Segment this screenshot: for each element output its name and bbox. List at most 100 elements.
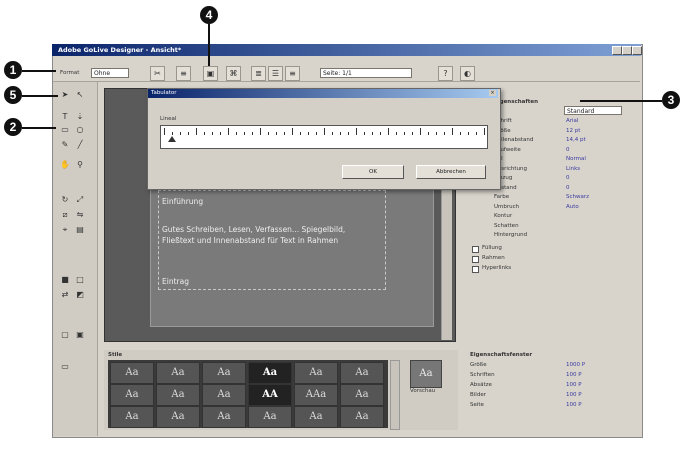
callout-1: 1 [4,61,22,79]
help-icon[interactable]: ? [438,66,453,81]
style-swatch[interactable]: Aa [202,406,246,428]
property-label: Hintergrund [494,232,528,238]
style-swatch[interactable]: AAa [294,384,338,406]
minimize-button[interactable] [612,46,622,55]
property-value[interactable]: Arial [566,118,578,124]
ruler-tick [444,132,445,135]
swap-colors-icon[interactable]: ⇄ [60,290,70,300]
ruler-tick [324,128,325,135]
ruler-tick [356,128,357,135]
ruler-tick [340,132,341,135]
info-value: 100 P [566,402,582,408]
direct-select-tool-icon[interactable]: ↖ [75,90,85,100]
ruler-tick [428,132,429,135]
eyedropper-tool-icon[interactable]: ⌖ [60,225,70,235]
property-value[interactable]: 14,4 pt [566,137,586,143]
style-swatch[interactable]: Aa [248,362,292,384]
align-left-icon[interactable]: ≣ [251,66,266,81]
property-value[interactable]: 0 [566,175,570,181]
ruler-tick [316,132,317,135]
ruler-tick [252,132,253,135]
style-swatch[interactable]: Aa [294,362,338,384]
style-swatch[interactable]: AA [248,384,292,406]
link-icon[interactable]: ⌘ [226,66,241,81]
property-value[interactable]: Links [566,166,580,172]
stroke-swatch-icon[interactable]: □ [75,275,85,285]
style-swatch[interactable]: Aa [156,362,200,384]
style-swatch[interactable]: Aa [340,384,384,406]
style-swatch[interactable]: Aa [294,406,338,428]
ruler-tick [204,132,205,135]
dialog-close-icon[interactable]: × [489,90,496,96]
property-value[interactable]: 0 [566,147,570,153]
cancel-button[interactable]: Abbrechen [416,165,486,179]
zoom-tool-icon[interactable]: ⚲ [75,160,85,170]
info-label: Größe [470,362,487,368]
styles-scrollbar[interactable] [390,360,400,430]
pen-tool-icon[interactable]: ✎ [60,140,70,150]
selection-tool-icon[interactable]: ➤ [60,90,70,100]
ruler-tick [188,132,189,135]
shear-tool-icon[interactable]: ⧄ [60,210,70,220]
fill-swatch-icon[interactable]: ■ [60,275,70,285]
style-swatch[interactable]: Aa [110,406,154,428]
style-swatch[interactable]: Aa [156,406,200,428]
property-checkbox[interactable] [472,266,479,273]
style-select[interactable]: Ohne [91,68,129,78]
maximize-button[interactable] [622,46,632,55]
property-value[interactable]: 12 pt [566,128,580,134]
line-tool-icon[interactable]: ╱ [75,140,85,150]
style-label: Format [60,70,80,76]
tab-stop-marker-icon[interactable] [168,136,176,142]
preview-mode-icon[interactable]: ▣ [75,330,85,340]
image-frame-icon[interactable]: ▣ [203,66,218,81]
style-swatch[interactable]: Aa [340,406,384,428]
gradient-tool-icon[interactable]: ▤ [75,225,85,235]
property-value[interactable]: Normal [566,156,586,162]
dialog-title: Tabulator [148,89,498,98]
normal-view-icon[interactable]: ▢ [60,330,70,340]
style-swatch[interactable]: Aa [110,384,154,406]
property-checkbox-label: Rahmen [482,255,505,261]
align-right-icon[interactable]: ≡ [285,66,300,81]
info-value: 100 P [566,372,582,378]
close-button[interactable] [632,46,642,55]
preview-icon[interactable]: ◐ [460,66,475,81]
text-frame-icon[interactable]: ≡ [176,66,191,81]
callout-3: 3 [662,91,680,109]
property-checkbox[interactable] [472,256,479,263]
info-label: Bilder [470,392,486,398]
style-swatch[interactable]: Aa [340,362,384,384]
align-center-icon[interactable]: ☰ [268,66,283,81]
rectangle-tool-icon[interactable]: ▭ [60,125,70,135]
scale-tool-icon[interactable]: ⤢ [75,195,85,205]
style-swatch[interactable]: Aa [202,362,246,384]
property-label: Farbe [494,194,510,200]
ruler-tick [436,132,437,135]
property-label: Schatten [494,222,519,229]
hand-tool-icon[interactable]: ✋ [60,160,70,170]
ok-button[interactable]: OK [342,165,404,179]
page-field[interactable]: Seite: 1/1 [320,68,412,78]
screen-mode-icon[interactable]: ▭ [60,362,70,372]
style-swatch[interactable]: Aa [156,384,200,406]
ellipse-tool-icon[interactable]: ○ [75,125,85,135]
style-swatch[interactable]: Aa [110,362,154,384]
info-panel [464,350,634,430]
property-value[interactable]: 0 [566,185,570,191]
style-swatch[interactable]: Aa [202,384,246,406]
style-preview: Aa [410,360,442,388]
property-value[interactable]: Schwarz [566,194,589,200]
rotate-tool-icon[interactable]: ↻ [60,195,70,205]
property-checkbox-label: Hyperlinks [482,265,512,271]
property-value[interactable]: Auto [566,204,579,210]
style-swatch[interactable]: Aa [248,406,292,428]
ruler-tick [420,128,421,135]
default-colors-icon[interactable]: ◩ [75,290,85,300]
reflect-tool-icon[interactable]: ⇋ [75,210,85,220]
text-tool-icon[interactable]: T [60,112,70,122]
properties-dropdown[interactable]: Standard [564,106,622,115]
property-checkbox[interactable] [472,246,479,253]
vertical-text-tool-icon[interactable]: ⇣ [75,112,85,122]
cut-icon[interactable]: ✂ [150,66,165,81]
